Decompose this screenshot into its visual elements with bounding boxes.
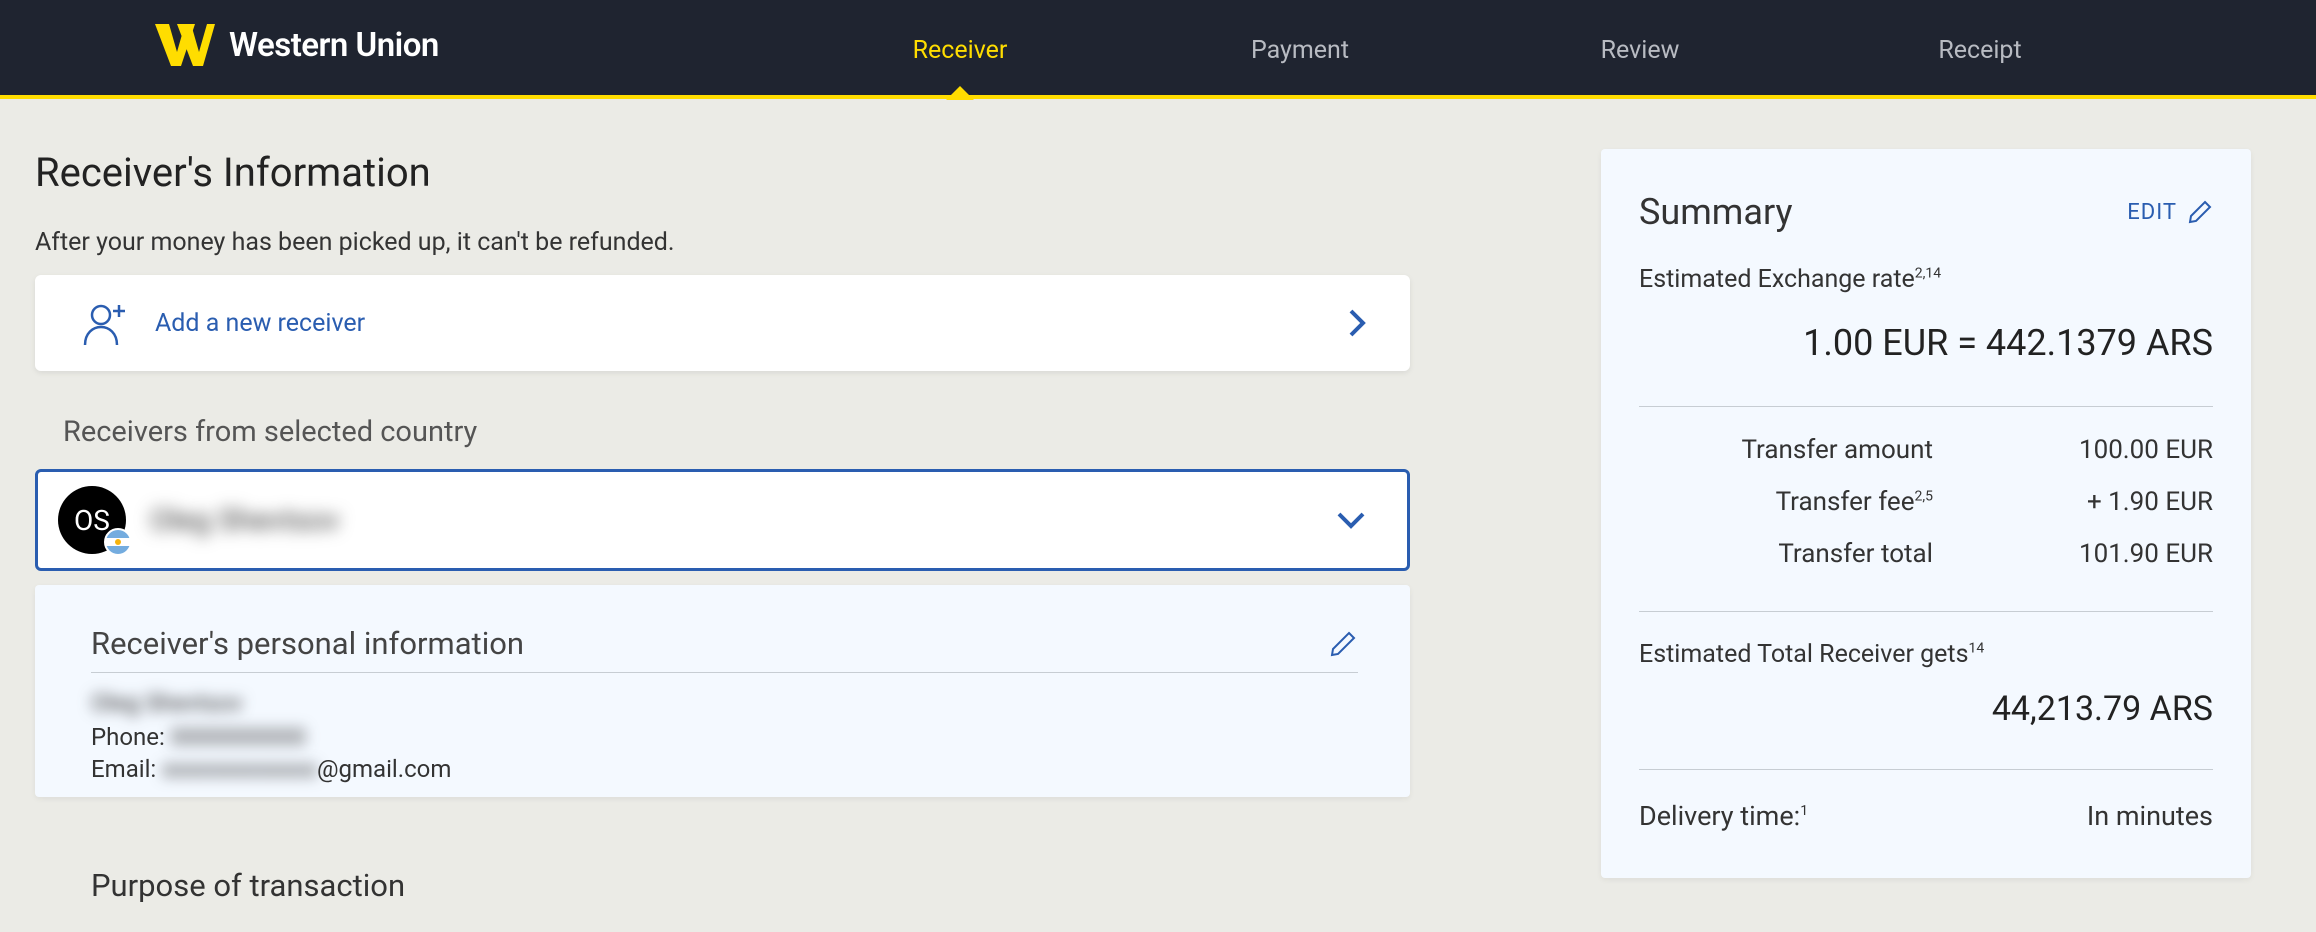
delivery-time-value: In minutes xyxy=(2087,800,2213,832)
email-masked: xxxxxxxxxxxxx xyxy=(162,755,317,783)
receiver-gets-label: Estimated Total Receiver gets14 xyxy=(1639,640,2213,669)
edit-label: EDIT xyxy=(2127,200,2177,225)
step-receipt[interactable]: Receipt xyxy=(1810,36,2150,99)
step-receiver[interactable]: Receiver xyxy=(790,36,1130,99)
argentina-flag-icon xyxy=(104,528,132,556)
selected-receiver-name: Oleg Shevtsov xyxy=(150,503,339,538)
page-subtitle: After your money has been picked up, it … xyxy=(35,228,1410,257)
right-column: Summary EDIT Estimated Exchange rate2,14… xyxy=(1601,149,2251,904)
phone-value: 0000000000 xyxy=(171,723,306,751)
email-line: Email: xxxxxxxxxxxxx@gmail.com xyxy=(91,755,1358,783)
edit-summary-button[interactable]: EDIT xyxy=(2127,199,2213,225)
progress-bar xyxy=(32,95,562,99)
chevron-right-icon xyxy=(1348,308,1366,338)
add-receiver-label: Add a new receiver xyxy=(155,309,365,338)
transfer-fee-label: Transfer fee2,5 xyxy=(1639,487,2013,517)
western-union-icon xyxy=(155,24,215,66)
brand-name: Western Union xyxy=(229,26,439,65)
divider xyxy=(1639,611,2213,612)
step-nav: Receiver Payment Review Receipt xyxy=(790,36,2150,99)
pencil-icon xyxy=(2187,199,2213,225)
transfer-total-value: 101.90 EUR xyxy=(2013,539,2213,569)
receivers-section-label: Receivers from selected country xyxy=(63,415,1410,449)
brand-logo[interactable]: Western Union xyxy=(155,24,439,66)
email-label: Email: xyxy=(91,755,156,783)
personal-info-heading: Receiver's personal information xyxy=(91,625,524,662)
delivery-time-label: Delivery time:1 xyxy=(1639,800,1808,832)
purpose-heading: Purpose of transaction xyxy=(91,867,1410,904)
receiver-full-name: Oleg Shevtsov xyxy=(91,689,1358,717)
personal-info-panel: Receiver's personal information Oleg She… xyxy=(35,585,1410,797)
summary-rows: Transfer amount 100.00 EUR Transfer fee2… xyxy=(1639,407,2213,611)
transfer-amount-row: Transfer amount 100.00 EUR xyxy=(1639,435,2213,465)
exchange-rate-label: Estimated Exchange rate2,14 xyxy=(1639,265,2213,294)
summary-title: Summary xyxy=(1639,191,1793,233)
page-title: Receiver's Information xyxy=(35,149,1410,196)
add-new-receiver-button[interactable]: Add a new receiver xyxy=(35,275,1410,371)
phone-label: Phone: xyxy=(91,723,165,751)
transfer-amount-label: Transfer amount xyxy=(1639,435,2013,465)
app-header: Western Union Receiver Payment Review Re… xyxy=(0,0,2316,99)
main-content: Receiver's Information After your money … xyxy=(0,99,2316,904)
receiver-dropdown[interactable]: OS Oleg Shevtsov xyxy=(35,469,1410,571)
summary-panel: Summary EDIT Estimated Exchange rate2,14… xyxy=(1601,149,2251,878)
receiver-gets-value: 44,213.79 ARS xyxy=(1639,689,2213,729)
phone-line: Phone: 0000000000 xyxy=(91,723,1358,751)
transfer-fee-value: + 1.90 EUR xyxy=(2013,487,2213,517)
transfer-total-label: Transfer total xyxy=(1639,539,2013,569)
add-person-icon xyxy=(79,299,129,347)
chevron-down-icon xyxy=(1335,510,1367,530)
email-suffix: @gmail.com xyxy=(317,755,451,783)
step-review[interactable]: Review xyxy=(1470,36,1810,99)
transfer-total-row: Transfer total 101.90 EUR xyxy=(1639,539,2213,569)
avatar-initials: OS xyxy=(74,504,110,537)
receiver-avatar: OS xyxy=(58,486,126,554)
transfer-fee-row: Transfer fee2,5 + 1.90 EUR xyxy=(1639,487,2213,517)
left-column: Receiver's Information After your money … xyxy=(35,149,1410,904)
edit-personal-info-button[interactable] xyxy=(1328,629,1358,659)
transfer-amount-value: 100.00 EUR xyxy=(2013,435,2213,465)
delivery-time-row: Delivery time:1 In minutes xyxy=(1639,770,2213,832)
step-payment[interactable]: Payment xyxy=(1130,36,1470,99)
active-step-underline xyxy=(790,95,1078,99)
exchange-rate-value: 1.00 EUR = 442.1379 ARS xyxy=(1639,322,2213,364)
